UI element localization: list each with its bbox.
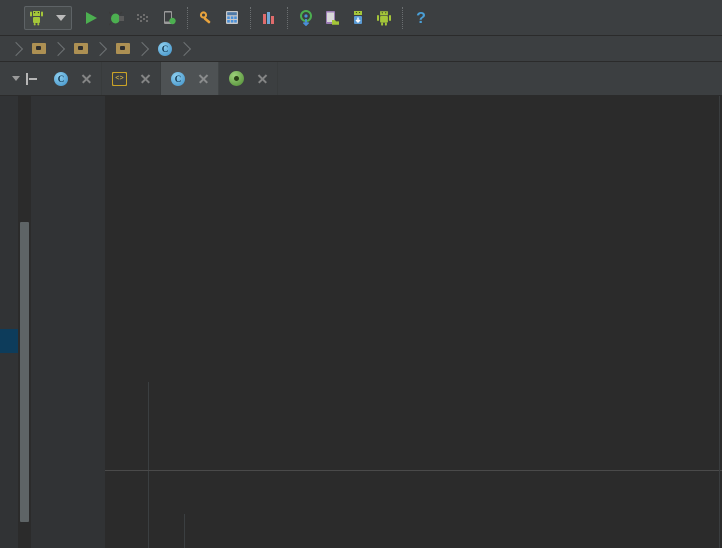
bar-chart-icon bbox=[262, 11, 274, 24]
tab-gutter-controls bbox=[0, 62, 44, 95]
question-mark-icon: ? bbox=[416, 10, 426, 27]
coverage-icon bbox=[136, 13, 148, 22]
editor-vertical-scrollbar[interactable] bbox=[18, 96, 31, 548]
binary-icon bbox=[5, 7, 21, 29]
android-robot-icon bbox=[377, 10, 391, 26]
svg-text:?: ? bbox=[416, 10, 426, 27]
device-folder-icon bbox=[325, 10, 339, 25]
editor-marker-strip[interactable] bbox=[0, 96, 18, 548]
tab-seashell[interactable] bbox=[219, 62, 278, 95]
device-attach-icon bbox=[163, 10, 176, 24]
android-robot-icon bbox=[30, 10, 43, 25]
help-button[interactable]: ? bbox=[408, 5, 434, 31]
device-file-explorer-button[interactable] bbox=[319, 5, 345, 31]
breadcrumb-separator-icon bbox=[141, 36, 150, 61]
folder-icon bbox=[116, 43, 130, 54]
editor-line-number-gutter[interactable] bbox=[31, 96, 87, 548]
breadcrumb-separator-icon bbox=[99, 36, 108, 61]
module-selector[interactable] bbox=[24, 5, 72, 30]
code-text-area[interactable] bbox=[105, 96, 722, 548]
avd-manager-button[interactable] bbox=[293, 5, 319, 31]
scrollbar-thumb[interactable] bbox=[20, 222, 29, 522]
folder-icon bbox=[32, 43, 46, 54]
play-icon bbox=[86, 11, 97, 24]
java-class-icon: C bbox=[158, 41, 172, 56]
debug-button[interactable] bbox=[104, 5, 130, 31]
java-class-icon: C bbox=[171, 71, 185, 86]
toolbar-separator bbox=[402, 6, 403, 29]
breadcrumb-separator-icon bbox=[15, 36, 24, 61]
close-icon[interactable] bbox=[139, 72, 152, 85]
close-icon[interactable] bbox=[80, 72, 93, 85]
layout-inspector-button[interactable] bbox=[219, 5, 245, 31]
code-editor[interactable] bbox=[0, 96, 722, 548]
chevron-down-icon[interactable] bbox=[12, 76, 20, 81]
coverage-button[interactable] bbox=[130, 5, 156, 31]
folder-icon bbox=[74, 43, 88, 54]
java-class-icon: C bbox=[54, 71, 68, 86]
layout-grid-icon bbox=[225, 10, 238, 24]
collapse-panel-icon[interactable] bbox=[26, 72, 37, 85]
module-icon bbox=[229, 71, 244, 86]
indent-guide bbox=[184, 514, 185, 548]
toolbar-separator bbox=[250, 6, 251, 29]
changed-lines-marker bbox=[0, 329, 18, 353]
indent-guide bbox=[148, 382, 149, 548]
close-icon[interactable] bbox=[256, 72, 269, 85]
android-download-icon bbox=[353, 10, 362, 24]
sdk-manager-button[interactable] bbox=[193, 5, 219, 31]
close-icon[interactable] bbox=[197, 72, 210, 85]
breadcrumb-separator-icon bbox=[57, 36, 66, 61]
editor-tab-bar: C C bbox=[0, 62, 722, 96]
xml-file-icon bbox=[112, 71, 127, 86]
attach-debugger-button[interactable] bbox=[156, 5, 182, 31]
tab-androidmanifest-xml[interactable] bbox=[102, 62, 161, 95]
toolbar-separator bbox=[287, 6, 288, 29]
android-studio-window: ? C C <> C bbox=[0, 0, 722, 548]
profiler-button[interactable] bbox=[256, 5, 282, 31]
editor-fold-column[interactable] bbox=[87, 96, 105, 548]
wrench-gear-icon bbox=[199, 10, 210, 23]
sdk-download-button[interactable] bbox=[345, 5, 371, 31]
avd-target-icon bbox=[299, 9, 312, 26]
bug-icon bbox=[108, 11, 124, 25]
tab-mainactivity-java[interactable]: C bbox=[44, 62, 102, 95]
right-margin-guide bbox=[719, 96, 720, 548]
breadcrumb: C bbox=[0, 36, 722, 62]
chevron-down-icon bbox=[56, 14, 66, 21]
run-button[interactable] bbox=[78, 5, 104, 31]
tab-app-java[interactable]: C bbox=[161, 62, 219, 95]
breadcrumb-separator-icon bbox=[183, 36, 192, 61]
main-toolbar: ? bbox=[0, 0, 722, 36]
method-separator bbox=[105, 470, 722, 471]
android-button[interactable] bbox=[371, 5, 397, 31]
toolbar-separator bbox=[187, 6, 188, 29]
